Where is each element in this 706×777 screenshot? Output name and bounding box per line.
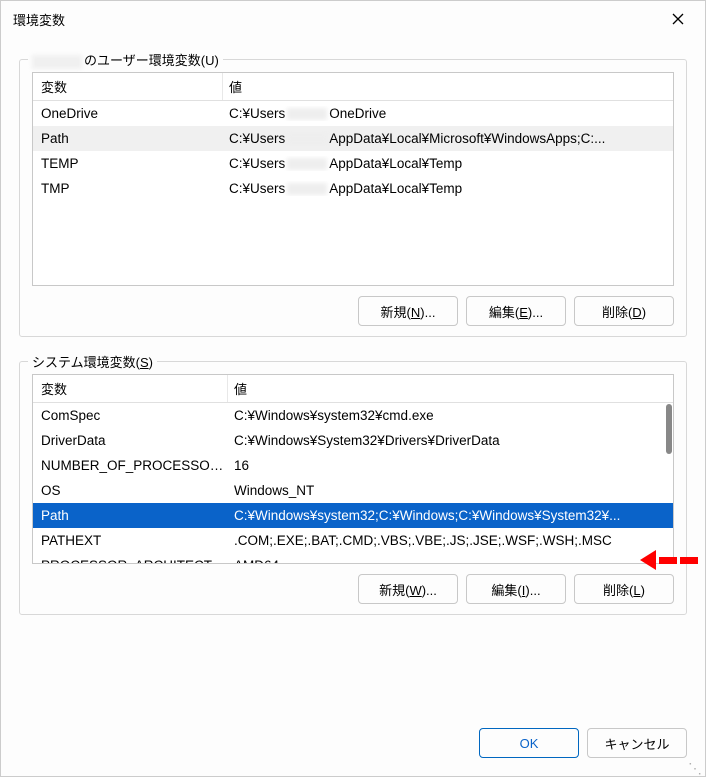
table-row[interactable]: OneDriveC:¥UsersOneDrive xyxy=(33,101,673,126)
list-body: ComSpecC:¥Windows¥system32¥cmd.exeDriver… xyxy=(33,403,673,564)
system-delete-button[interactable]: 削除(L) xyxy=(574,574,674,604)
cell-value: C:¥Windows¥system32;C:¥Windows;C:¥Window… xyxy=(228,508,673,523)
user-edit-button[interactable]: 編集(E)... xyxy=(466,296,566,326)
table-row[interactable]: OSWindows_NT xyxy=(33,478,673,503)
cell-value: Windows_NT xyxy=(228,483,673,498)
list-body: OneDriveC:¥UsersOneDrivePathC:¥UsersAppD… xyxy=(33,101,673,201)
header-variable[interactable]: 変数 xyxy=(33,375,228,402)
user-vars-list[interactable]: 変数 値 OneDriveC:¥UsersOneDrivePathC:¥User… xyxy=(32,72,674,286)
close-icon xyxy=(672,13,684,25)
cell-variable: Path xyxy=(33,131,223,146)
cell-variable: DriverData xyxy=(33,433,228,448)
table-row[interactable]: PROCESSOR_ARCHITECTU...AMD64 xyxy=(33,553,673,564)
cell-value: C:¥Windows¥system32¥cmd.exe xyxy=(228,408,673,423)
cell-value: C:¥Windows¥System32¥Drivers¥DriverData xyxy=(228,433,673,448)
env-vars-dialog: 環境変数 のユーザー環境変数(U) 変数 値 OneDriveC:¥UsersO… xyxy=(0,0,706,777)
system-vars-list[interactable]: 変数 値 ComSpecC:¥Windows¥system32¥cmd.exeD… xyxy=(32,374,674,564)
user-delete-button[interactable]: 削除(D) xyxy=(574,296,674,326)
scrollbar-thumb[interactable] xyxy=(666,404,672,454)
dialog-content: のユーザー環境変数(U) 変数 値 OneDriveC:¥UsersOneDri… xyxy=(1,37,705,722)
table-row[interactable]: DriverDataC:¥Windows¥System32¥Drivers¥Dr… xyxy=(33,428,673,453)
cell-variable: PATHEXT xyxy=(33,533,228,548)
table-row[interactable]: PathC:¥Windows¥system32;C:¥Windows;C:¥Wi… xyxy=(33,503,673,528)
system-edit-button[interactable]: 編集(I)... xyxy=(466,574,566,604)
table-row[interactable]: PathC:¥UsersAppData¥Local¥Microsoft¥Wind… xyxy=(33,126,673,151)
ok-button[interactable]: OK xyxy=(479,728,579,758)
user-button-row: 新規(N)... 編集(E)... 削除(D) xyxy=(32,296,674,326)
cell-variable: NUMBER_OF_PROCESSORS xyxy=(33,458,228,473)
cell-variable: OS xyxy=(33,483,228,498)
cell-variable: TEMP xyxy=(33,156,223,171)
resize-grip[interactable] xyxy=(690,761,702,773)
system-new-button[interactable]: 新規(W)... xyxy=(358,574,458,604)
system-vars-label: システム環境変数(S) xyxy=(28,352,157,371)
table-row[interactable]: TEMPC:¥UsersAppData¥Local¥Temp xyxy=(33,151,673,176)
cell-value: C:¥UsersAppData¥Local¥Temp xyxy=(223,156,673,171)
user-new-button[interactable]: 新規(N)... xyxy=(358,296,458,326)
user-vars-group: のユーザー環境変数(U) 変数 値 OneDriveC:¥UsersOneDri… xyxy=(19,59,687,337)
header-value[interactable]: 値 xyxy=(228,375,673,402)
cancel-button[interactable]: キャンセル xyxy=(587,728,687,758)
table-row[interactable]: NUMBER_OF_PROCESSORS16 xyxy=(33,453,673,478)
dialog-bottom-bar: OK キャンセル xyxy=(1,722,705,776)
cell-variable: Path xyxy=(33,508,228,523)
list-headers: 変数 値 xyxy=(33,73,673,101)
user-vars-label-text: のユーザー環境変数(U) xyxy=(84,53,219,68)
titlebar: 環境変数 xyxy=(1,1,705,37)
cell-variable: TMP xyxy=(33,181,223,196)
header-variable[interactable]: 変数 xyxy=(33,73,223,100)
cell-value: .COM;.EXE;.BAT;.CMD;.VBS;.VBE;.JS;.JSE;.… xyxy=(228,533,673,548)
cell-value: 16 xyxy=(228,458,673,473)
table-row[interactable]: PATHEXT.COM;.EXE;.BAT;.CMD;.VBS;.VBE;.JS… xyxy=(33,528,673,553)
window-title: 環境変数 xyxy=(13,10,65,29)
system-button-row: 新規(W)... 編集(I)... 削除(L) xyxy=(32,574,674,604)
cell-value: C:¥UsersOneDrive xyxy=(223,106,673,121)
cell-variable: OneDrive xyxy=(33,106,223,121)
table-row[interactable]: ComSpecC:¥Windows¥system32¥cmd.exe xyxy=(33,403,673,428)
header-value[interactable]: 値 xyxy=(223,73,673,100)
close-button[interactable] xyxy=(663,4,693,34)
system-vars-group: システム環境変数(S) 変数 値 ComSpecC:¥Windows¥syste… xyxy=(19,361,687,615)
list-headers: 変数 値 xyxy=(33,375,673,403)
cell-value: AMD64 xyxy=(228,558,673,564)
table-row[interactable]: TMPC:¥UsersAppData¥Local¥Temp xyxy=(33,176,673,201)
cell-value: C:¥UsersAppData¥Local¥Microsoft¥WindowsA… xyxy=(223,131,673,146)
cell-variable: ComSpec xyxy=(33,408,228,423)
cell-variable: PROCESSOR_ARCHITECTU... xyxy=(33,558,228,564)
cell-value: C:¥UsersAppData¥Local¥Temp xyxy=(223,181,673,196)
user-vars-label: のユーザー環境変数(U) xyxy=(28,50,223,69)
